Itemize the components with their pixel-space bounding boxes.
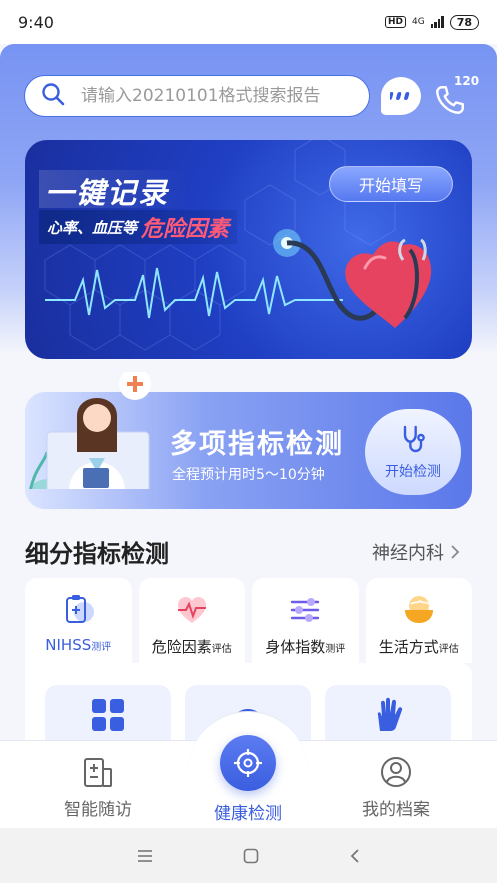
chat-bubble-icon[interactable] [381, 77, 421, 115]
tab-nihss[interactable]: NIHSS测评 [25, 578, 132, 663]
nav-label: 健康检测 [214, 804, 282, 824]
stethoscope-icon [403, 425, 425, 453]
home-icon[interactable] [243, 848, 259, 864]
department-link[interactable]: 神经内科 [372, 539, 460, 565]
status-icons: HD 4G 78 [384, 14, 479, 30]
doctor-illustration [29, 372, 151, 489]
search-bar[interactable] [24, 75, 370, 117]
section-title: 细分指标检测 [25, 540, 169, 568]
nav-follow-up[interactable]: 智能随访 [28, 755, 168, 820]
tab-risk-factors[interactable]: 危险因素评估 [138, 578, 245, 663]
chevron-right-icon [451, 545, 460, 559]
food-bowl-icon [404, 596, 433, 623]
hospital-icon [84, 758, 112, 787]
signal-icon [430, 16, 444, 28]
battery-icon: 78 [449, 14, 479, 30]
phone-badge: 120 [454, 74, 480, 88]
sliders-icon [291, 598, 320, 622]
heartbeat-stethoscope-illustration [45, 229, 432, 328]
multi-check-title: 多项指标检测 [170, 429, 344, 460]
tab-body-index[interactable]: 身体指数测评 [252, 578, 359, 663]
menu-icon[interactable] [137, 849, 153, 863]
tab-label: 危险因素评估 [151, 638, 232, 656]
record-banner[interactable]: 一键记录 心率、血压等 危险因素 开始填写 [25, 140, 472, 359]
nav-label: 智能随访 [64, 800, 132, 820]
target-icon [220, 735, 276, 791]
network-label: 4G [411, 17, 425, 27]
search-icon [41, 82, 65, 110]
grid-icon [92, 699, 124, 731]
bottom-nav: 智能随访 健康检测 我的档案 [0, 711, 497, 828]
multi-check-subtitle: 全程预计用时5～10分钟 [172, 467, 325, 483]
tab-label: NIHSS测评 [45, 636, 112, 654]
indicator-tabs: NIHSS测评 危险因素评估 身体指数测评 生活方式评估 [25, 578, 472, 663]
tab-lifestyle[interactable]: 生活方式评估 [365, 578, 472, 663]
department-label: 神经内科 [372, 543, 444, 564]
nav-my-records[interactable]: 我的档案 [326, 755, 466, 820]
system-nav-bar [0, 828, 497, 883]
user-icon [381, 757, 411, 787]
search-input[interactable] [81, 86, 351, 106]
hd-icon: HD [384, 16, 406, 28]
tab-label: 生活方式评估 [378, 638, 459, 656]
start-check-button[interactable]: 开始检测 [365, 409, 461, 495]
heart-pulse-icon [177, 597, 206, 623]
start-check-label: 开始检测 [385, 464, 441, 480]
emergency-call-button[interactable]: 120 [432, 74, 480, 118]
back-icon[interactable] [349, 848, 361, 864]
hand-icon [377, 697, 403, 731]
nav-label: 我的档案 [362, 800, 430, 820]
clipboard-icon [66, 595, 95, 623]
status-bar: 9:40 HD 4G 78 [0, 0, 497, 44]
status-time: 9:40 [18, 12, 54, 32]
nav-health-check[interactable]: 健康检测 [178, 735, 318, 824]
tab-label: 身体指数测评 [265, 638, 346, 656]
multi-check-card[interactable]: 多项指标检测 全程预计用时5～10分钟 开始检测 [25, 372, 472, 509]
